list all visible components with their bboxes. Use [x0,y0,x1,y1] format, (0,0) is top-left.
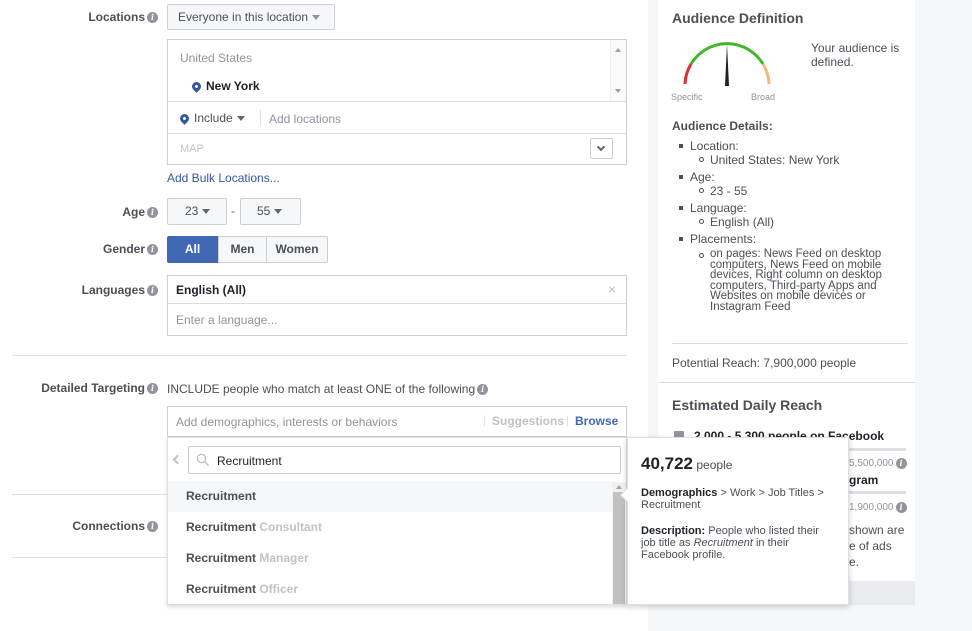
age-min-dropdown[interactable]: 23 [167,198,227,225]
gender-all-button[interactable]: All [167,236,218,263]
location-type-dropdown[interactable]: Everyone in this location [167,4,335,30]
section-divider [12,557,167,558]
tooltip-category: Demographics > Work > Job Titles > Recru… [641,487,824,511]
info-icon[interactable]: i [895,458,907,469]
locations-label: Locations i [88,10,158,24]
scrollbar-thumb[interactable] [613,492,625,604]
caret-down-icon [236,116,245,122]
panel-footer [849,581,915,605]
suggestions-link[interactable]: Suggestions [492,414,564,428]
search-icon [196,453,210,467]
map-row: MAP [168,133,626,164]
languages-box: English (All) × Enter a language... [167,275,627,336]
gauge-specific-label: Specific [671,92,703,102]
languages-label: Languages i [82,283,158,297]
language-selected-row: English (All) × [168,276,626,304]
gauge-broad-label: Broad [751,92,776,102]
instagram-reach-max: 1,900,000 i [849,502,907,513]
results-scrollbar[interactable] [612,482,626,604]
result-item[interactable]: Recruitment Officer [168,574,614,604]
include-dropdown[interactable]: Include [178,111,245,126]
language-input[interactable]: Enter a language... [176,313,277,327]
age-separator: - [231,204,235,218]
chevron-down-icon [596,142,606,152]
audience-definition-title: Audience Definition [672,10,804,26]
facebook-reach-max: 5,500,000 i [849,458,907,469]
chevron-left-icon[interactable] [172,454,183,465]
gender-label: Gender i [103,242,158,256]
suggestions-separator: | [483,413,487,427]
detailed-targeting-label: Detailed Targeting i [41,381,158,395]
info-icon[interactable]: i [147,285,158,297]
section-divider [12,494,167,495]
panel-divider [672,343,908,344]
audience-status: Your audience is defined. [811,41,900,69]
caret-down-icon [274,209,283,215]
info-icon[interactable]: i [477,384,489,396]
result-item[interactable]: Recruitment Consultant [168,512,614,543]
list-item: Language: English (All) [674,201,904,229]
location-pin-icon [190,80,203,94]
add-locations-input[interactable]: Add locations [269,112,341,126]
potential-reach: Potential Reach: 7,900,000 people [672,356,857,370]
map-label: MAP [180,143,204,155]
location-pin-icon [178,112,191,126]
estimated-daily-reach-title: Estimated Daily Reach [672,397,823,413]
location-include-row: Include Add locations [168,101,626,133]
browse-link[interactable]: Browse [575,414,618,428]
caret-down-icon [202,209,211,215]
clear-language-button[interactable]: × [608,281,616,297]
list-item: Placements: on pages: News Feed on deskt… [674,232,904,312]
locations-scrollbar[interactable] [610,40,626,101]
tooltip-description: Description: People who listed their job… [641,525,819,561]
language-selected: English (All) [176,283,246,297]
list-item: Location: United States: New York [674,139,904,167]
connections-label: Connections i [72,519,158,533]
info-icon[interactable]: i [147,521,158,533]
targeting-results-dropdown: Recruitment Recruitment Recruitment Cons… [167,437,627,605]
result-item[interactable]: Recruitment Manager [168,543,614,574]
targeting-search-input[interactable]: Recruitment [188,446,621,474]
add-bulk-locations-link[interactable]: Add Bulk Locations... [167,171,280,185]
info-icon[interactable]: i [147,207,158,219]
info-icon[interactable]: i [147,12,158,24]
section-divider [12,355,627,356]
audience-size: 40,722 people [641,454,733,473]
reach-bar [849,491,906,494]
caret-down-icon [312,15,321,21]
audience-details-list: Location: United States: New York Age: 2… [674,139,904,312]
detailed-targeting-input[interactable]: Add demographics, interests or behaviors… [167,406,627,437]
audience-details-title: Audience Details: [672,119,773,133]
gender-men-button[interactable]: Men [218,236,267,263]
include-text: INCLUDE people who match at least ONE of… [167,382,489,396]
divider [260,110,261,126]
gender-women-button[interactable]: Women [266,236,328,263]
locations-box: United States New York Include Add locat… [167,39,627,165]
list-item: Age: 23 - 55 [674,170,904,198]
targeting-tooltip: 40,722 people Demographics > Work > Job … [619,437,849,605]
map-toggle-button[interactable] [590,138,613,159]
info-icon[interactable]: i [147,244,158,256]
age-max-dropdown[interactable]: 55 [240,198,301,225]
instagram-reach: gram [849,473,879,487]
reach-bar [849,448,906,451]
info-icon[interactable]: i [895,502,907,513]
result-item[interactable]: Recruitment [168,481,614,512]
age-label: Age i [122,205,158,219]
panel-divider [658,382,915,383]
info-icon[interactable]: i [147,383,158,395]
gauge-icon [683,42,771,86]
browse-separator: | [566,413,570,427]
location-city-item[interactable]: New York [190,79,260,94]
location-country: United States [180,51,253,65]
reach-note: shown are e of ads e. [849,523,905,569]
